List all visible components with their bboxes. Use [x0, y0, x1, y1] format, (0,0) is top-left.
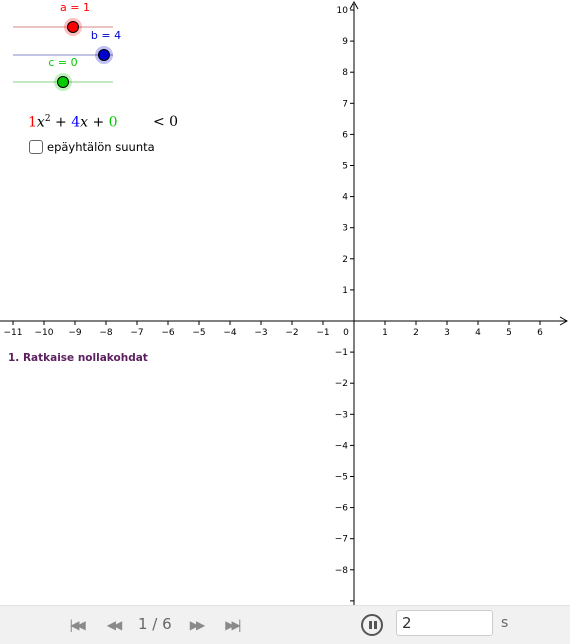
- var-x2: x: [36, 114, 45, 131]
- x-tick-label: 1: [382, 328, 388, 338]
- y-tick-label: 7: [342, 99, 348, 109]
- y-tick-label: −4: [335, 441, 349, 451]
- x-tick-label: −8: [99, 328, 113, 338]
- x-tick-label: −3: [254, 328, 267, 338]
- y-tick-label: −8: [335, 566, 349, 576]
- coef-b: 4: [71, 114, 81, 131]
- y-tick-label: −5: [335, 473, 348, 483]
- x-tick-label: 5: [506, 328, 512, 338]
- x-tick-label: −7: [130, 328, 143, 338]
- step-back-icon[interactable]: ◀◀: [103, 616, 123, 634]
- relation: < 0: [153, 114, 179, 130]
- plus-2: +: [92, 114, 105, 131]
- pause-icon[interactable]: [361, 614, 383, 636]
- x-tick-label: 0: [343, 328, 349, 338]
- y-tick-label: 8: [342, 68, 348, 78]
- x-tick-label: −4: [223, 328, 237, 338]
- step-forward-icon[interactable]: ▶▶: [186, 616, 206, 634]
- slider-a-knob[interactable]: [67, 21, 79, 33]
- direction-checkbox-row[interactable]: epäyhtälön suunta: [29, 140, 155, 154]
- direction-checkbox[interactable]: [29, 140, 43, 154]
- x-tick-label: −2: [285, 328, 298, 338]
- skip-first-icon[interactable]: |◀◀: [66, 616, 86, 634]
- direction-checkbox-label: epäyhtälön suunta: [47, 140, 155, 154]
- y-tick-label: −2: [335, 379, 348, 389]
- y-tick-label: 6: [342, 130, 348, 140]
- page-indicator: 1 / 6: [138, 615, 172, 633]
- y-tick-label: 3: [342, 224, 348, 234]
- y-tick-label: −6: [335, 504, 349, 514]
- slider-a-label: a = 1: [60, 1, 90, 14]
- x-tick-label: −11: [4, 328, 23, 338]
- y-tick-label: 10: [337, 6, 349, 16]
- y-tick-label: 9: [342, 37, 348, 47]
- x-tick-label: 3: [444, 328, 450, 338]
- x-tick-label: 6: [537, 328, 543, 338]
- coef-a: 1: [28, 114, 37, 131]
- var-x: x: [80, 114, 89, 131]
- y-tick-label: 5: [342, 162, 348, 172]
- y-tick-label: −1: [335, 348, 348, 358]
- y-tick-label: −7: [335, 535, 348, 545]
- plus-1: +: [55, 114, 67, 131]
- skip-last-icon[interactable]: ▶▶|: [222, 616, 242, 634]
- x-tick-label: −9: [68, 328, 82, 338]
- slider-c-label: c = 0: [48, 56, 78, 69]
- inequality-formula: 1x2 + 4x + 0 < 0: [28, 114, 178, 131]
- slider-b-label: b = 4: [90, 29, 122, 42]
- playback-toolbar: |◀◀ ◀◀ 1 / 6 ▶▶ ▶▶| 2 s: [0, 605, 570, 644]
- x-tick-label: 2: [413, 328, 419, 338]
- x-tick-label: −10: [35, 328, 54, 338]
- x-tick-label: 4: [475, 328, 481, 338]
- coef-c: 0: [108, 114, 118, 131]
- x-tick-label: −6: [161, 328, 175, 338]
- speed-input[interactable]: 2: [396, 610, 493, 636]
- exponent: 2: [44, 114, 51, 124]
- y-tick-label: 1: [342, 286, 348, 296]
- x-tick-label: −5: [192, 328, 205, 338]
- x-tick-label: −1: [316, 328, 329, 338]
- y-tick-label: −3: [335, 410, 348, 420]
- step-title: 1. Ratkaise nollakohdat: [8, 352, 148, 364]
- slider-b-knob[interactable]: [98, 49, 110, 61]
- graphics-view[interactable]: −11 −10 −9 −8 −7 −6 −5 −4 −3 −2 −1 0 1 2 3 4 5 6123456789…: [0, 0, 570, 605]
- speed-unit: s: [501, 615, 509, 631]
- y-tick-label: 2: [342, 255, 348, 265]
- y-tick-label: 4: [342, 193, 348, 203]
- applet-stage: −11 −10 −9 −8 −7 −6 −5 −4 −3 −2 −1 0 1 2 3 4 5 6 1 2 3 4 5 6 7 8 9…: [0, 0, 570, 644]
- slider-c-knob[interactable]: [57, 76, 69, 88]
